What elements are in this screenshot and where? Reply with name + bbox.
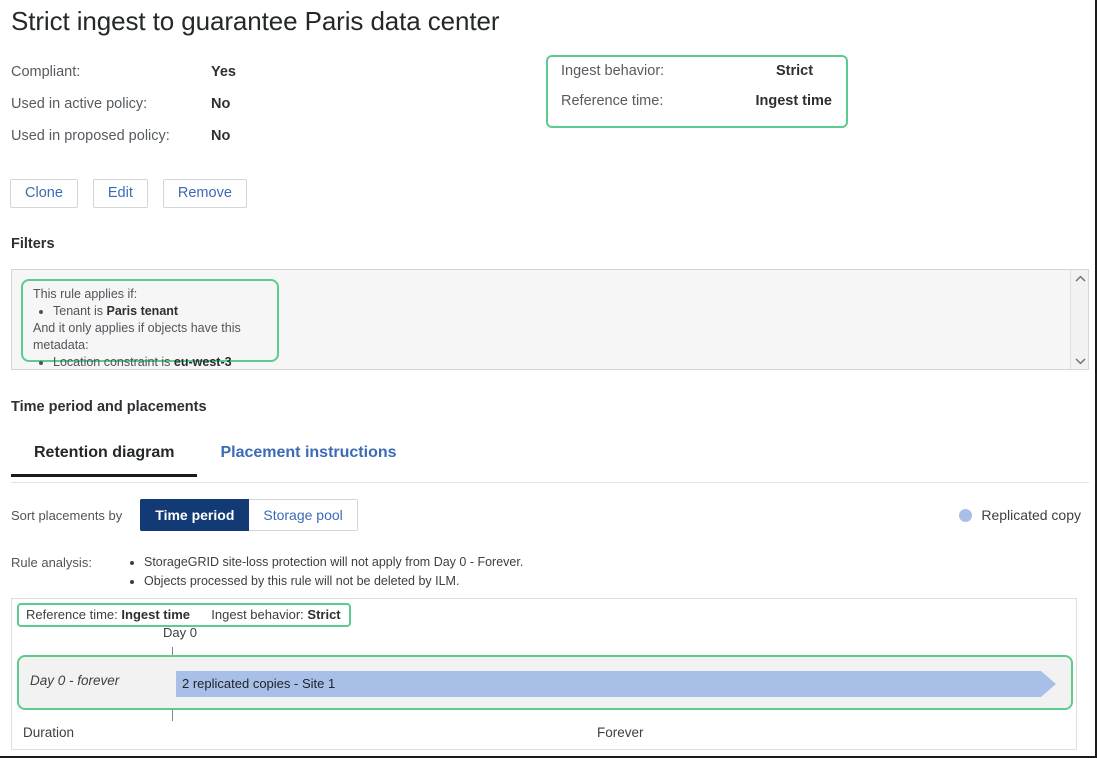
edit-button[interactable]: Edit (92, 179, 148, 208)
chevron-up-icon[interactable] (1071, 270, 1089, 287)
sort-placements-row: Sort placements by Time period Storage p… (11, 498, 1089, 532)
diagram-behavior-label: Ingest behavior: (211, 607, 304, 622)
summary-label: Used in proposed policy: (11, 128, 170, 144)
page-title: Strict ingest to guarantee Paris data ce… (11, 6, 500, 36)
retention-tabs: Retention diagram Placement instructions (11, 436, 1089, 483)
retention-diagram: Reference time: Ingest time Ingest behav… (11, 598, 1077, 750)
ingest-behavior-value: Strict (776, 63, 814, 79)
duration-label: Duration (23, 725, 75, 740)
diagram-reference-box: Reference time: Ingest time Ingest behav… (17, 603, 351, 627)
sort-placements-label: Sort placements by (11, 507, 123, 523)
diagram-behavior-value: Strict (307, 607, 341, 622)
summary-value: No (211, 96, 231, 112)
circle-icon (959, 508, 973, 522)
tab-retention-diagram[interactable]: Retention diagram (11, 436, 198, 477)
reference-time-value: Ingest time (755, 93, 832, 109)
legend-label: Replicated copy (981, 507, 1081, 523)
summary-value: No (211, 128, 231, 144)
sort-by-storage-pool-button[interactable]: Storage pool (249, 499, 358, 531)
summary-label: Compliant: (11, 64, 81, 80)
filter-text: Location constraint is (53, 355, 174, 369)
filters-heading: Filters (11, 236, 55, 252)
placement-bar-label: 2 replicated copies - Site 1 (176, 671, 1041, 697)
filters-intro: This rule applies if: (33, 287, 138, 301)
sort-by-time-period-button[interactable]: Time period (140, 499, 250, 531)
remove-button[interactable]: Remove (162, 179, 247, 208)
filters-criteria-box: This rule applies if: Tenant is Paris te… (21, 279, 279, 369)
arrow-right-icon (1041, 671, 1056, 697)
filters-panel: This rule applies if: Tenant is Paris te… (11, 269, 1089, 370)
filters-metadata-list: Location constraint is eu-west-3 (33, 354, 269, 371)
rule-analysis: Rule analysis: StorageGRID site-loss pro… (11, 553, 811, 591)
filters-rule-list: Tenant is Paris tenant (33, 303, 269, 320)
filters-metadata-intro: And it only applies if objects have this… (33, 321, 241, 352)
summary-row-active-policy: Used in active policy: No (11, 96, 341, 128)
action-buttons: Clone Edit Remove (10, 179, 247, 208)
list-item: Tenant is Paris tenant (53, 303, 269, 320)
ingest-behavior-row: Ingest behavior: Strict (561, 63, 832, 93)
day0-label: Day 0 (163, 625, 197, 640)
summary-row-proposed-policy: Used in proposed policy: No (11, 128, 341, 160)
summary-value: Yes (211, 64, 236, 80)
chevron-down-icon[interactable] (1071, 352, 1089, 369)
forever-label: Forever (597, 725, 644, 740)
ingest-behavior-label: Ingest behavior: (561, 63, 665, 79)
reference-time-label: Reference time: (561, 93, 664, 109)
retention-period-row: Day 0 - forever 2 replicated copies - Si… (17, 655, 1073, 710)
list-item: Location constraint is eu-west-3 (53, 354, 269, 371)
reference-time-row: Reference time: Ingest time (561, 93, 832, 123)
diagram-legend: Replicated copy (959, 507, 1081, 523)
diagram-reference-value: Ingest time (121, 607, 191, 622)
clone-button[interactable]: Clone (10, 179, 78, 208)
list-item: StorageGRID site-loss protection will no… (144, 553, 523, 572)
rule-analysis-list: StorageGRID site-loss protection will no… (127, 553, 523, 591)
period-name-label: Day 0 - forever (30, 673, 120, 688)
list-item: Objects processed by this rule will not … (144, 572, 523, 591)
filters-scrollbar[interactable] (1070, 270, 1088, 369)
summary-label: Used in active policy: (11, 96, 148, 112)
rule-summary: Compliant: Yes Used in active policy: No… (11, 64, 341, 160)
ingest-behavior-box: Ingest behavior: Strict Reference time: … (546, 55, 848, 128)
filter-value: eu-west-3 (173, 355, 232, 369)
rule-analysis-label: Rule analysis: (11, 555, 92, 570)
placement-bar: 2 replicated copies - Site 1 (176, 671, 1056, 697)
tab-placement-instructions[interactable]: Placement instructions (197, 436, 419, 474)
filter-value: Paris tenant (106, 304, 179, 318)
ilm-rule-detail-page: Strict ingest to guarantee Paris data ce… (0, 0, 1097, 758)
summary-row-compliant: Compliant: Yes (11, 64, 341, 96)
time-period-heading: Time period and placements (11, 399, 207, 415)
diagram-reference-label: Reference time: (26, 607, 118, 622)
filter-text: Tenant is (53, 304, 107, 318)
sort-toggle-group: Time period Storage pool (140, 499, 358, 531)
